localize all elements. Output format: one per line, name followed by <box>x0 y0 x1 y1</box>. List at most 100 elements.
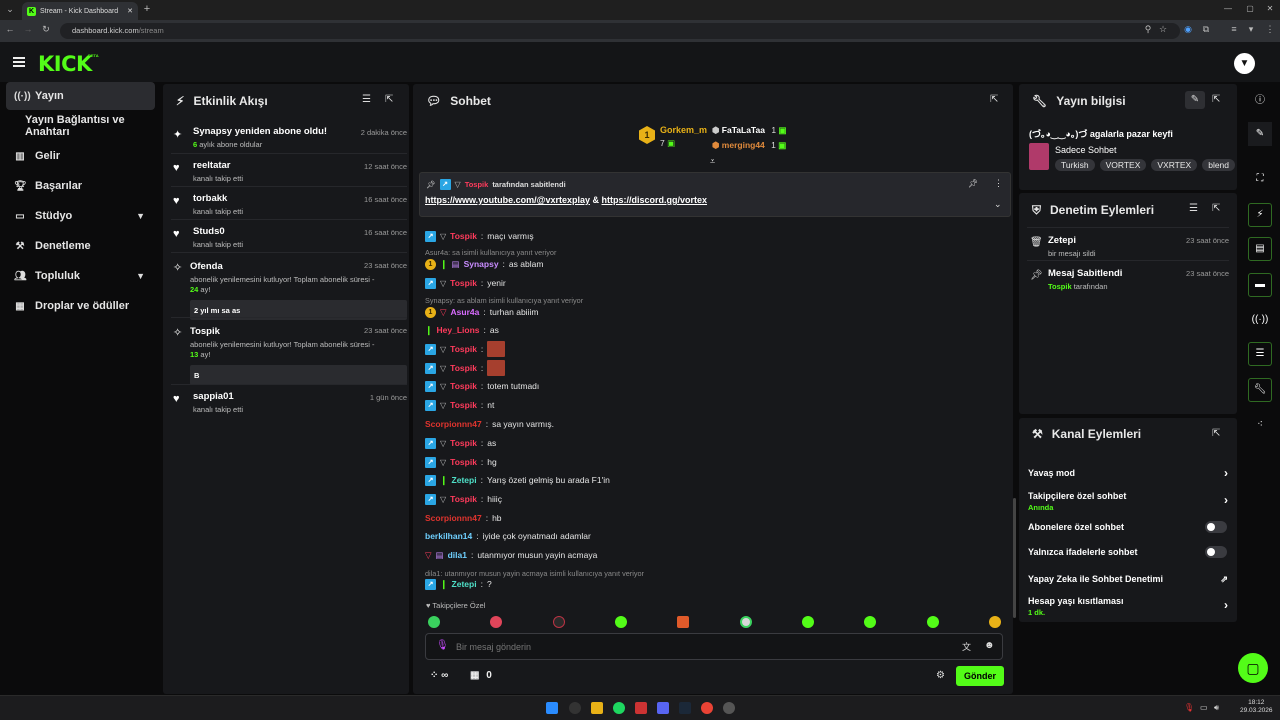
emote-3[interactable] <box>553 616 565 628</box>
emote-6[interactable] <box>740 616 752 628</box>
info-icon[interactable]: ⓘ <box>1248 89 1272 113</box>
channel-points[interactable]: ⁘ ∞ <box>430 670 448 681</box>
sidebar-item-gelir[interactable]: ▥ Gelir <box>6 142 155 170</box>
emote-1[interactable] <box>428 616 440 628</box>
mod-action-user[interactable]: Tospik <box>1048 282 1072 291</box>
document-icon[interactable]: ▤ <box>1248 237 1272 261</box>
tag-chip[interactable]: blend <box>1202 159 1235 171</box>
chat-username[interactable]: Tospik <box>450 494 477 504</box>
tag-chip[interactable]: VXRTEX <box>1151 159 1198 171</box>
emoji-icon[interactable]: ☻ <box>984 640 995 651</box>
followers-only-row[interactable]: Takipçilere özel sohbet Anında › <box>1028 491 1228 512</box>
chat-username[interactable]: Scorpionnn47 <box>425 419 482 429</box>
network-icon[interactable]: ⁖ <box>1248 413 1272 437</box>
sidebar-item-yayin[interactable]: ((·)) Yayın <box>6 82 155 110</box>
chat-input-box[interactable]: 🎙︎ 文 ☻ <box>425 633 1003 660</box>
emote-8[interactable] <box>864 616 876 628</box>
server-icon[interactable]: ☰ <box>1248 342 1272 366</box>
sidebar-item-basarilar[interactable]: 🏆︎ Başarılar <box>6 172 155 200</box>
sidebar-item-denetleme[interactable]: ⚒ Denetleme <box>6 232 155 260</box>
emote-2[interactable] <box>490 616 502 628</box>
browser-tab[interactable]: K Stream - Kick Dashboard ✕ <box>22 2 138 20</box>
chat-username[interactable]: Tospik <box>450 438 477 448</box>
pinned-link-youtube[interactable]: https://www.youtube.com/@vxrtexplay <box>425 195 590 205</box>
popout-icon[interactable]: ⇱ <box>385 94 393 105</box>
filter-icon[interactable]: ☰ <box>362 94 371 105</box>
fullscreen-icon[interactable]: ⛶ <box>1248 167 1272 191</box>
expand-pinned-icon[interactable]: ⌄ <box>994 199 1002 210</box>
lightning-icon[interactable]: ⚡︎ <box>1248 203 1272 227</box>
translate-icon[interactable]: 文 <box>962 640 971 653</box>
chat-username[interactable]: Tospik <box>450 231 477 241</box>
chat-settings-gear-icon[interactable]: ⚙ <box>936 670 945 681</box>
leader-third[interactable]: ⬢ merging44 1 ▣ <box>712 140 786 151</box>
menu-dots-icon[interactable]: ⋮ <box>1264 24 1276 35</box>
profile-icon[interactable]: ▾ <box>1245 24 1257 35</box>
mic-tray-icon[interactable]: 🎙︎ <box>1184 703 1194 712</box>
chat-username[interactable]: Hey_Lions <box>437 325 480 335</box>
back-icon[interactable]: ← <box>4 24 16 34</box>
file-explorer-icon[interactable] <box>591 702 603 714</box>
chat-username[interactable]: dila1 <box>448 550 467 560</box>
subscribers-only-toggle[interactable] <box>1205 521 1227 533</box>
account-age-row[interactable]: Hesap yaşı kısıtlaması 1 dk. › <box>1028 596 1228 617</box>
emote-4[interactable] <box>615 616 627 628</box>
spotify-icon[interactable] <box>613 702 625 714</box>
app-icon-2[interactable] <box>723 702 735 714</box>
emote-5[interactable] <box>677 616 689 628</box>
chat-username[interactable]: Tospik <box>450 381 477 391</box>
pinned-link-discord[interactable]: https://discord.gg/vortex <box>602 195 708 205</box>
forward-icon[interactable]: → <box>22 24 34 34</box>
unpin-icon[interactable]: 📌︎ <box>968 179 978 188</box>
sidebar-item-droplar[interactable]: ▦ Droplar ve ödüller <box>6 292 155 320</box>
mod-action-name[interactable]: Zetepi <box>1048 235 1096 246</box>
kick-logo[interactable]: KICK <box>38 52 92 76</box>
search-icon[interactable] <box>569 702 581 714</box>
microphone-icon[interactable]: 🎙︎ <box>436 640 449 651</box>
tag-chip[interactable]: Turkish <box>1055 159 1095 171</box>
chat-username[interactable]: berkilhan14 <box>425 531 472 541</box>
pencil-icon[interactable]: ✎ <box>1248 122 1272 146</box>
ai-moderation-row[interactable]: Yapay Zeka ile Sohbet Denetimi ⇗ <box>1028 574 1228 584</box>
steam-icon[interactable] <box>679 702 691 714</box>
maximize-icon[interactable]: ▢ <box>1244 4 1256 13</box>
chrome-icon[interactable] <box>701 702 713 714</box>
close-tab-icon[interactable]: ✕ <box>127 7 133 15</box>
sidebar-item-stream-key[interactable]: Yayın Bağlantısı ve Anahtarı <box>6 112 166 140</box>
filter-icon[interactable]: ☰ <box>1189 203 1198 214</box>
send-button[interactable]: Gönder <box>956 666 1004 686</box>
leader-first-name[interactable]: Gorkem_m <box>660 125 707 135</box>
chat-username[interactable]: Synapsy <box>464 259 499 269</box>
windows-start-icon[interactable] <box>546 702 558 714</box>
chat-username[interactable]: Tospik <box>450 363 477 373</box>
popout-icon[interactable]: ⇱ <box>1212 428 1220 439</box>
chat-scrollbar[interactable] <box>1013 498 1016 618</box>
chat-username[interactable]: Tospik <box>450 278 477 288</box>
tag-chip[interactable]: VORTEX <box>1099 159 1147 171</box>
network-tray-icon[interactable]: ▭ <box>1200 703 1208 712</box>
app-icon[interactable] <box>635 702 647 714</box>
chat-bubble-icon[interactable]: ▬ <box>1248 273 1272 297</box>
collapse-leaderboard-icon[interactable]: ⩡ <box>710 156 715 167</box>
volume-tray-icon[interactable]: 🔊︎ <box>1214 703 1219 713</box>
chat-username[interactable]: Tospik <box>450 344 477 354</box>
sidebar-item-topluluk[interactable]: 👥︎ Topluluk ▼ <box>6 262 155 290</box>
url-field[interactable]: dashboard.kick.com/stream <box>60 23 1180 39</box>
chat-support-button[interactable]: ▢ <box>1238 653 1268 683</box>
chat-username[interactable]: Asur4a <box>451 307 480 317</box>
emotes-only-toggle[interactable] <box>1205 546 1227 558</box>
sidebar-item-studyo[interactable]: ▭ Stüdyo ▼ <box>6 202 155 230</box>
discord-icon[interactable] <box>657 702 669 714</box>
emote-7[interactable] <box>802 616 814 628</box>
edit-pencil-icon[interactable]: ✎ <box>1185 91 1205 109</box>
chat-username[interactable]: Tospik <box>450 457 477 467</box>
emote-10[interactable] <box>989 616 1001 628</box>
user-avatar[interactable]: ▼ <box>1234 53 1255 74</box>
pinned-menu-icon[interactable]: ⋮ <box>994 178 1003 189</box>
gift-counter[interactable]: ▦ 0 <box>470 670 492 681</box>
clock[interactable]: 18:12 29.03.2026 <box>1240 699 1273 715</box>
bookmark-star-icon[interactable]: ☆ <box>1157 24 1169 35</box>
pinned-by-user[interactable]: Tospik <box>465 180 489 189</box>
slow-mode-row[interactable]: Yavaş mod › <box>1028 466 1228 480</box>
tab-search-icon[interactable]: ⌄ <box>4 4 16 15</box>
